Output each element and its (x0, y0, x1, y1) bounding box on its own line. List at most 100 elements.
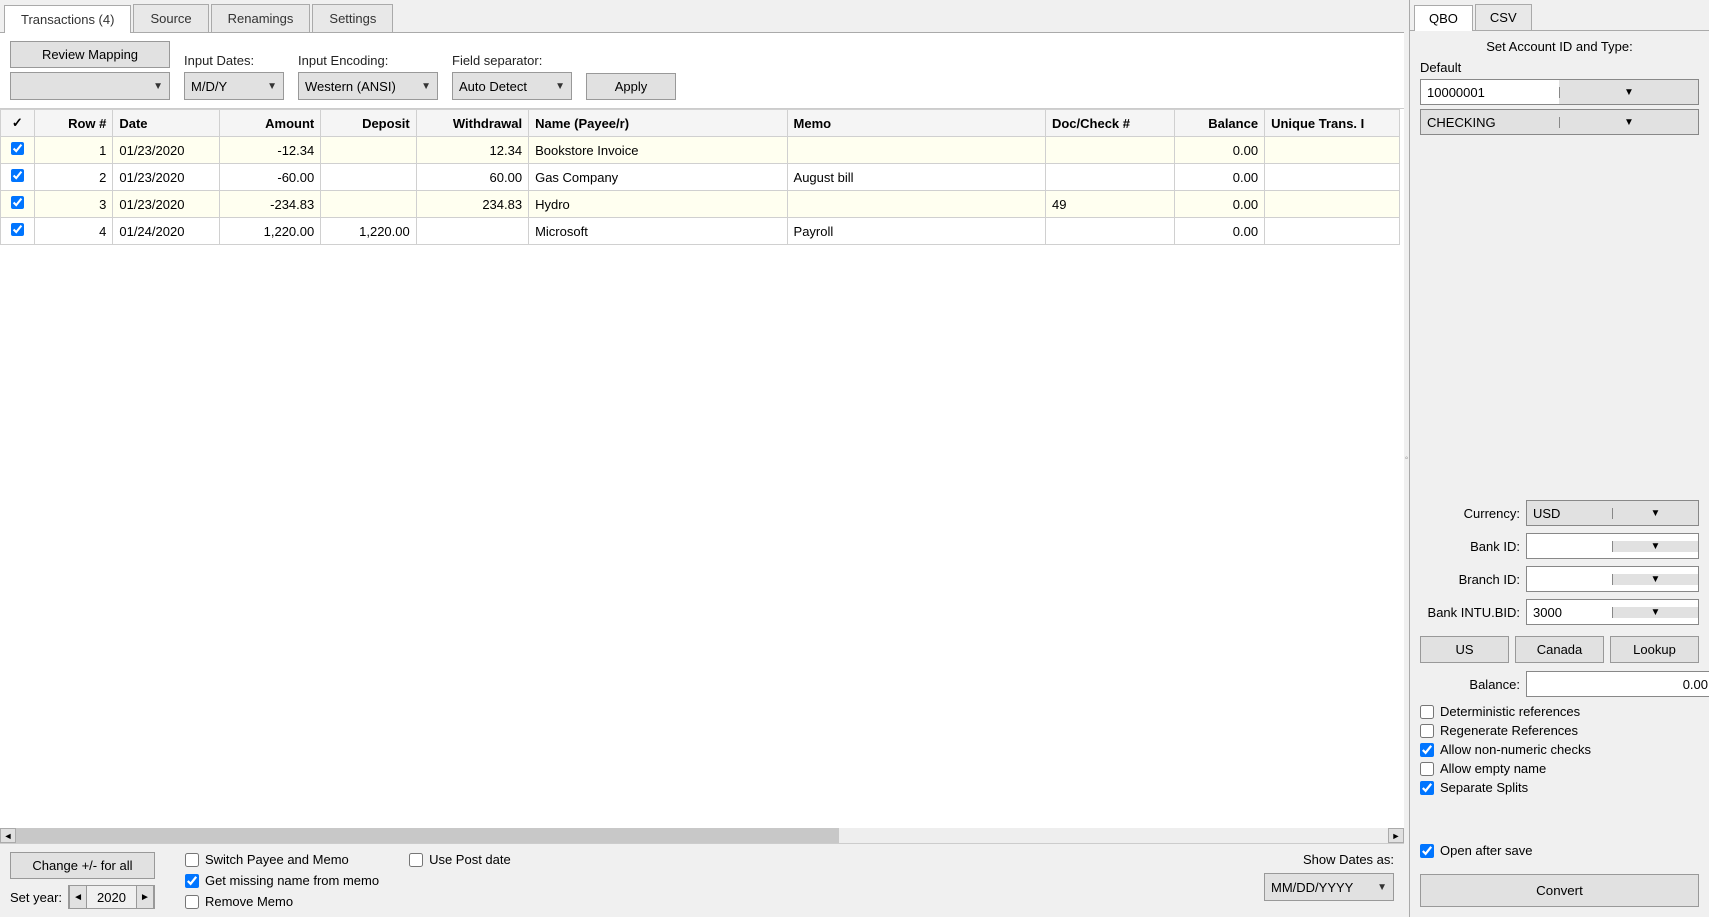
col-withdrawal[interactable]: Withdrawal (416, 110, 528, 137)
allow-nonnum-checkbox[interactable]: Allow non-numeric checks (1420, 742, 1699, 757)
tab-csv[interactable]: CSV (1475, 4, 1532, 30)
cell-doc (1045, 218, 1174, 245)
tab-renamings[interactable]: Renamings (211, 4, 311, 32)
show-dates-combo[interactable]: MM/DD/YYYY ▼ (1264, 873, 1394, 901)
tab-source[interactable]: Source (133, 4, 208, 32)
cell-date: 01/23/2020 (113, 191, 220, 218)
scroll-right-icon[interactable]: ► (1388, 828, 1404, 843)
input-dates-value: M/D/Y (191, 79, 227, 94)
bank-id-combo[interactable]: ▼ (1526, 533, 1699, 559)
col-check[interactable]: ✓ (1, 110, 35, 137)
field-separator-label: Field separator: (452, 53, 572, 68)
col-memo[interactable]: Memo (787, 110, 1045, 137)
cell-withdrawal: 60.00 (416, 164, 528, 191)
account-type-combo[interactable]: CHECKING ▼ (1420, 109, 1699, 135)
table-row[interactable]: 201/23/2020-60.0060.00Gas CompanyAugust … (1, 164, 1400, 191)
table-row[interactable]: 101/23/2020-12.3412.34Bookstore Invoice0… (1, 137, 1400, 164)
separate-splits-checkbox[interactable]: Separate Splits (1420, 780, 1699, 795)
open-after-checkbox[interactable]: Open after save (1420, 843, 1699, 858)
allow-nonnum-label: Allow non-numeric checks (1440, 742, 1591, 757)
cell-balance: 0.00 (1175, 164, 1265, 191)
bank-id-label: Bank ID: (1420, 539, 1520, 554)
chevron-down-icon: ▼ (1559, 87, 1698, 98)
change-sign-button[interactable]: Change +/- for all (10, 852, 155, 879)
regenerate-checkbox[interactable]: Regenerate References (1420, 723, 1699, 738)
table-row[interactable]: 401/24/20201,220.001,220.00MicrosoftPayr… (1, 218, 1400, 245)
intubid-combo[interactable]: 3000 ▼ (1526, 599, 1699, 625)
field-separator-combo[interactable]: Auto Detect ▼ (452, 72, 572, 100)
cell-doc: 49 (1045, 191, 1174, 218)
cell-amount: -60.00 (220, 164, 321, 191)
row-checkbox[interactable] (11, 142, 24, 155)
cell-balance: 0.00 (1175, 137, 1265, 164)
row-checkbox[interactable] (11, 196, 24, 209)
col-row[interactable]: Row # (34, 110, 113, 137)
lookup-button[interactable]: Lookup (1610, 636, 1699, 663)
cell-memo: Payroll (787, 218, 1045, 245)
cell-name: Hydro (529, 191, 787, 218)
year-decrement-button[interactable]: ◄ (69, 886, 87, 908)
show-dates-value: MM/DD/YYYY (1271, 880, 1353, 895)
col-date[interactable]: Date (113, 110, 220, 137)
table-row[interactable]: 301/23/2020-234.83234.83Hydro490.00 (1, 191, 1400, 218)
col-doc[interactable]: Doc/Check # (1045, 110, 1174, 137)
currency-value: USD (1527, 506, 1612, 521)
cell-date: 01/24/2020 (113, 218, 220, 245)
scroll-track[interactable] (16, 828, 1388, 843)
tab-settings[interactable]: Settings (312, 4, 393, 32)
remove-memo-checkbox[interactable]: Remove Memo (185, 894, 379, 909)
mapping-combo[interactable]: ▼ (10, 72, 170, 100)
input-encoding-value: Western (ANSI) (305, 79, 396, 94)
cell-doc (1045, 137, 1174, 164)
input-dates-combo[interactable]: M/D/Y ▼ (184, 72, 284, 100)
use-post-date-checkbox[interactable]: Use Post date (409, 852, 511, 867)
scroll-thumb[interactable] (16, 828, 839, 843)
cell-deposit: 1,220.00 (321, 218, 417, 245)
us-button[interactable]: US (1420, 636, 1509, 663)
apply-button[interactable]: Apply (586, 73, 676, 100)
chevron-down-icon: ▼ (1377, 882, 1387, 893)
year-stepper[interactable]: ◄ 2020 ► (68, 885, 155, 909)
horizontal-scrollbar[interactable]: ◄ ► (0, 828, 1404, 843)
canada-button[interactable]: Canada (1515, 636, 1604, 663)
tab-qbo[interactable]: QBO (1414, 5, 1473, 31)
chevron-down-icon: ▼ (1612, 541, 1698, 552)
field-separator-value: Auto Detect (459, 79, 527, 94)
col-uid[interactable]: Unique Trans. I (1265, 110, 1400, 137)
input-encoding-combo[interactable]: Western (ANSI) ▼ (298, 72, 438, 100)
allow-empty-checkbox[interactable]: Allow empty name (1420, 761, 1699, 776)
tab-transactions[interactable]: Transactions (4) (4, 5, 131, 33)
show-dates-label: Show Dates as: (1303, 852, 1394, 867)
switch-payee-checkbox[interactable]: Switch Payee and Memo (185, 852, 379, 867)
regenerate-label: Regenerate References (1440, 723, 1578, 738)
account-id-combo[interactable]: 10000001 ▼ (1420, 79, 1699, 105)
get-missing-label: Get missing name from memo (205, 873, 379, 888)
year-value: 2020 (87, 890, 136, 905)
cell-withdrawal (416, 218, 528, 245)
branch-id-combo[interactable]: ▼ (1526, 566, 1699, 592)
splitter-handle-icon: ◦ (1405, 453, 1409, 464)
convert-button[interactable]: Convert (1420, 874, 1699, 907)
col-balance[interactable]: Balance (1175, 110, 1265, 137)
right-title: Set Account ID and Type: (1420, 39, 1699, 54)
deterministic-checkbox[interactable]: Deterministic references (1420, 704, 1699, 719)
currency-label: Currency: (1420, 506, 1520, 521)
row-checkbox[interactable] (11, 223, 24, 236)
year-increment-button[interactable]: ► (136, 886, 154, 908)
currency-combo[interactable]: USD ▼ (1526, 500, 1699, 526)
row-checkbox[interactable] (11, 169, 24, 182)
cell-amount: -12.34 (220, 137, 321, 164)
review-mapping-button[interactable]: Review Mapping (10, 41, 170, 68)
col-name[interactable]: Name (Payee/r) (529, 110, 787, 137)
scroll-left-icon[interactable]: ◄ (0, 828, 16, 843)
cell-memo (787, 191, 1045, 218)
col-deposit[interactable]: Deposit (321, 110, 417, 137)
account-id-value: 10000001 (1421, 80, 1559, 104)
balance-input[interactable] (1526, 671, 1709, 697)
transactions-grid[interactable]: ✓ Row # Date Amount Deposit Withdrawal N… (0, 109, 1404, 828)
chevron-down-icon: ▼ (1612, 574, 1698, 585)
cell-amount: -234.83 (220, 191, 321, 218)
get-missing-checkbox[interactable]: Get missing name from memo (185, 873, 379, 888)
col-amount[interactable]: Amount (220, 110, 321, 137)
cell-memo (787, 137, 1045, 164)
